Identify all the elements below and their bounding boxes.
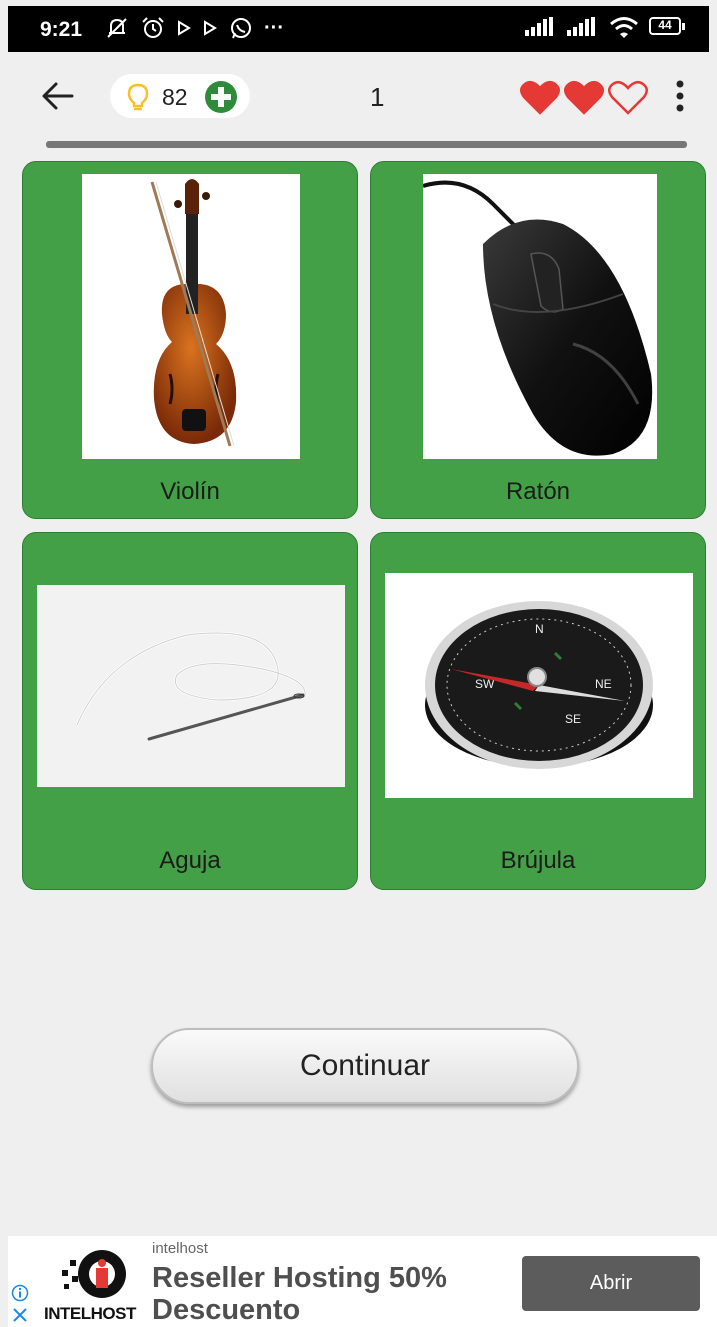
continue-button[interactable]: Continuar xyxy=(151,1028,579,1104)
hints-count: 82 xyxy=(162,84,188,110)
ad-advertiser: intelhost xyxy=(152,1240,208,1257)
battery-icon: 44 xyxy=(649,17,687,37)
play-store-icon xyxy=(178,20,191,36)
lives-hearts xyxy=(520,80,648,116)
hints-counter[interactable]: 82 xyxy=(110,74,250,118)
game-header: 82 1 xyxy=(8,52,709,152)
status-time: 9:21 xyxy=(40,18,83,41)
add-hints-icon[interactable] xyxy=(204,80,238,114)
ad-headline[interactable]: Reseller Hosting 50% Descuento xyxy=(152,1262,512,1326)
wifi-icon xyxy=(610,17,638,38)
needle-and-thread-image xyxy=(37,585,345,787)
svg-text:SE: SE xyxy=(565,712,581,726)
option-card-needle[interactable]: Aguja xyxy=(22,532,358,890)
signal-icon xyxy=(525,17,553,36)
play-store-icon xyxy=(204,20,217,36)
heart-full-icon xyxy=(520,80,560,115)
option-label: Violín xyxy=(160,478,220,505)
status-bar: 9:21 ··· 44 xyxy=(8,6,709,52)
more-notifications-icon: ··· xyxy=(264,16,284,39)
ad-banner[interactable]: INTELHOST intelhost Reseller Hosting 50%… xyxy=(8,1236,717,1327)
computer-mouse-image xyxy=(423,174,657,459)
compass-image: N NE SE SW xyxy=(385,573,693,798)
option-card-violin[interactable]: Violín xyxy=(22,161,358,519)
svg-text:NE: NE xyxy=(595,677,612,691)
status-system-icons: 44 xyxy=(525,16,687,38)
muted-bell-icon xyxy=(107,18,127,38)
battery-level: 44 xyxy=(658,18,672,32)
option-label: Brújula xyxy=(500,847,576,874)
level-number: 1 xyxy=(370,82,385,112)
svg-text:N: N xyxy=(535,622,544,636)
heart-empty-icon xyxy=(608,80,648,115)
option-card-mouse[interactable]: Ratón xyxy=(370,161,706,519)
status-notification-icons: ··· xyxy=(104,15,284,41)
ad-open-button[interactable]: Abrir xyxy=(522,1256,700,1311)
option-label: Ratón xyxy=(505,478,571,505)
ad-info-icon[interactable] xyxy=(11,1284,29,1302)
lightbulb-icon xyxy=(127,83,149,111)
alarm-icon xyxy=(142,17,164,38)
option-card-compass[interactable]: N NE SE SW Brújula xyxy=(370,532,706,890)
back-arrow-icon[interactable] xyxy=(38,78,78,114)
more-options-icon[interactable] xyxy=(672,78,688,114)
intelhost-logo: INTELHOST xyxy=(42,1246,152,1326)
ad-close-icon[interactable] xyxy=(11,1306,29,1324)
whatsapp-icon xyxy=(231,18,251,39)
violin-image xyxy=(82,174,300,459)
heart-full-icon xyxy=(564,80,604,115)
logo-wordmark: INTELHOST xyxy=(44,1304,136,1323)
option-label: Aguja xyxy=(159,847,221,874)
progress-bar xyxy=(46,141,687,148)
signal-icon xyxy=(567,17,595,36)
